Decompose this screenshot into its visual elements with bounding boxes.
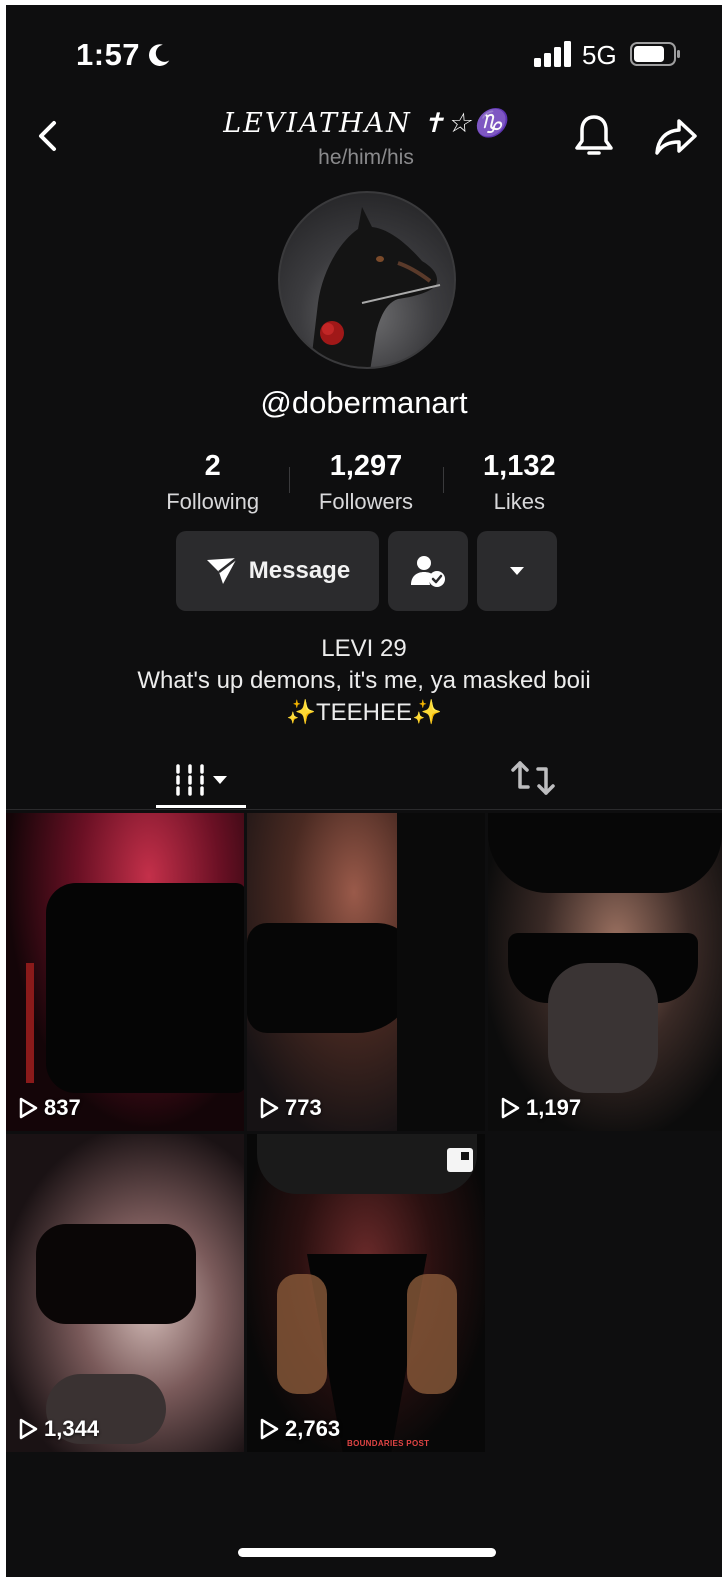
view-count-text: 773 (285, 1095, 322, 1120)
view-count: 2,763 (259, 1416, 340, 1442)
video-thumbnail[interactable]: 1,197 (488, 813, 722, 1131)
send-icon (206, 557, 238, 584)
play-icon (260, 1097, 279, 1119)
profile-bio: LEVI 29 What's up demons, it's me, ya ma… (6, 633, 722, 729)
message-button[interactable]: Message (176, 531, 379, 611)
status-bar: 1:57 5G (6, 5, 722, 95)
video-caption-overlay: BOUNDARIES POST (347, 1439, 430, 1448)
play-icon (19, 1097, 38, 1119)
view-count: 1,344 (18, 1416, 99, 1442)
bell-icon[interactable] (572, 111, 616, 161)
bio-line: LEVI 29 (321, 635, 407, 662)
stat-value: 1,132 (483, 450, 556, 482)
status-time: 1:57 (76, 37, 172, 73)
pronouns: he/him/his (318, 146, 414, 169)
doberman-avatar-image (310, 207, 441, 367)
view-count-text: 1,197 (526, 1095, 582, 1120)
pinned-icon (447, 1148, 473, 1172)
moon-icon (149, 44, 170, 66)
video-thumbnail[interactable]: 837 (6, 813, 244, 1131)
phone-screen: 1:57 5G LEVIATHAN ✝☆♑ he/him/his @doberm… (6, 5, 722, 1577)
profile-display-name: LEVIATHAN ✝☆♑ (223, 108, 509, 139)
repost-icon[interactable] (506, 755, 560, 801)
view-count: 837 (18, 1095, 81, 1121)
stat-following[interactable]: 2 Following (136, 449, 289, 521)
stat-likes[interactable]: 1,132 Likes (442, 449, 596, 521)
view-count-text: 837 (44, 1095, 81, 1120)
signal-icon (534, 41, 571, 67)
time-text: 1:57 (76, 37, 141, 72)
stat-label: Likes (493, 489, 545, 514)
play-icon (19, 1418, 38, 1440)
stat-followers[interactable]: 1,297 Followers (289, 449, 442, 521)
video-thumbnail[interactable]: 1,344 (6, 1134, 244, 1452)
more-options-button[interactable] (477, 531, 557, 611)
tab-divider (6, 809, 722, 810)
profile-stats: 2 Following 1,297 Followers 1,132 Likes (136, 449, 596, 521)
bio-line: What's up demons, it's me, ya masked boi… (137, 667, 591, 694)
network-type: 5G (582, 40, 617, 70)
battery-icon (630, 42, 680, 66)
view-count-text: 1,344 (44, 1416, 100, 1441)
tab-videos[interactable] (156, 751, 246, 809)
view-count: 773 (259, 1095, 322, 1121)
back-icon[interactable] (28, 113, 68, 159)
profile-tabs (6, 751, 722, 811)
video-thumbnail[interactable]: 2,763 BOUNDARIES POST (247, 1134, 485, 1452)
avatar[interactable] (278, 191, 456, 369)
view-count: 1,197 (500, 1095, 581, 1121)
stat-value: 1,297 (329, 450, 403, 482)
stat-label: Following (166, 489, 260, 514)
home-indicator[interactable] (238, 1548, 496, 1557)
view-count-text: 2,763 (285, 1416, 341, 1441)
message-label: Message (248, 557, 351, 584)
following-status-button[interactable] (388, 531, 468, 611)
chevron-down-icon (213, 776, 227, 784)
stat-value: 2 (204, 450, 221, 482)
stat-label: Followers (318, 489, 414, 514)
grid-icon (176, 764, 204, 796)
play-icon (501, 1097, 520, 1119)
user-check-icon (411, 556, 445, 587)
video-thumbnail[interactable]: 773 (247, 813, 485, 1131)
active-tab-indicator (156, 805, 246, 808)
share-icon[interactable] (652, 113, 700, 161)
play-icon (260, 1418, 279, 1440)
chevron-down-icon (510, 567, 524, 575)
bio-line: ✨TEEHEE✨ (286, 699, 442, 726)
username-handle: @dobermanart (260, 385, 468, 420)
